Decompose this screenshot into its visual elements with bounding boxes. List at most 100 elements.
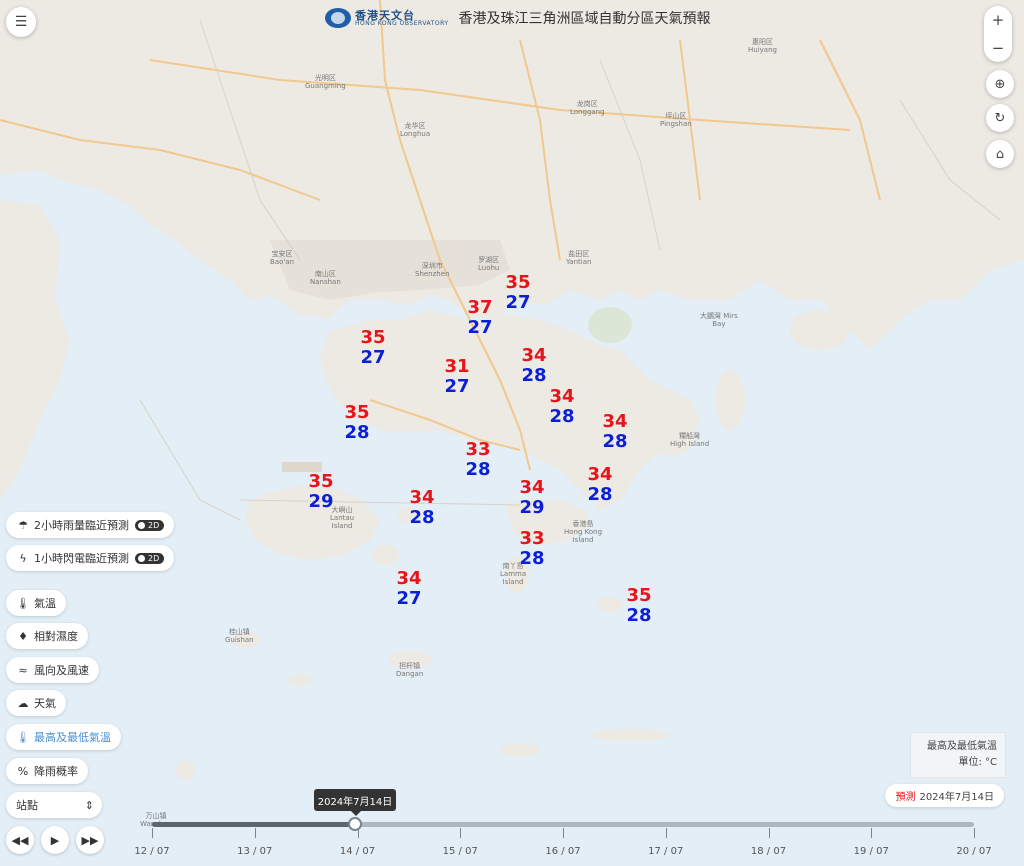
weather-cloud-icon: ☁ xyxy=(17,696,29,710)
fast-forward-button[interactable]: ▶▶ xyxy=(76,826,104,854)
layer-temperature[interactable]: 🌡 氣溫 xyxy=(6,590,66,616)
place-nanshan: 南山区 Nanshan xyxy=(310,270,341,286)
fast-forward-icon: ▶▶ xyxy=(81,833,99,847)
temp-label[interactable]: 34 28 xyxy=(542,387,582,427)
zoom-out-button[interactable]: − xyxy=(984,34,1012,62)
temp-label[interactable]: 37 27 xyxy=(460,298,500,338)
play-icon: ▶ xyxy=(50,833,60,847)
timeline-date-label[interactable]: 12 / 07 xyxy=(127,846,177,857)
rewind-icon: ◀◀ xyxy=(11,833,29,847)
max-min-temp-icon: 🌡 xyxy=(16,730,30,744)
zoom-in-button[interactable]: + xyxy=(984,6,1012,34)
station-select-value: 站點 xyxy=(16,799,38,812)
toggle-2d[interactable]: 2D xyxy=(135,519,165,531)
layer-label: 相對濕度 xyxy=(34,630,78,643)
legend-unit: 單位: °C xyxy=(958,757,997,768)
forecast-date: 2024年7月14日 xyxy=(919,792,994,803)
timeline-tick xyxy=(152,828,153,838)
timeline-date-label[interactable]: 20 / 07 xyxy=(949,846,999,857)
menu-button[interactable]: ☰ xyxy=(6,7,36,37)
legend-box: 最高及最低氣溫 單位: °C xyxy=(910,732,1006,778)
layer-rain-probability[interactable]: % 降雨概率 xyxy=(6,758,88,784)
timeline-date-label[interactable]: 13 / 07 xyxy=(230,846,280,857)
refresh-button[interactable]: ↻ xyxy=(986,104,1014,132)
temp-label[interactable]: 34 28 xyxy=(580,465,620,505)
temp-label[interactable]: 33 28 xyxy=(512,529,552,569)
forecast-date-badge: 預測 2024年7月14日 xyxy=(885,784,1004,807)
temp-label[interactable]: 35 28 xyxy=(337,403,377,443)
place-dangan: 担杆镇 Dangan xyxy=(396,662,424,678)
timeline-tooltip: 2024年7月14日 xyxy=(314,789,396,816)
timeline-date-label[interactable]: 15 / 07 xyxy=(435,846,485,857)
layer-rain-nowcast[interactable]: ☂ 2小時雨量臨近預測 2D xyxy=(6,512,175,538)
layer-label: 最高及最低氣溫 xyxy=(34,731,111,744)
timeline-date-label[interactable]: 17 / 07 xyxy=(641,846,691,857)
rain-cloud-icon: ☂ xyxy=(18,518,28,532)
wind-icon: ≈ xyxy=(18,663,28,677)
layer-label: 天氣 xyxy=(34,697,56,710)
timeline-tick xyxy=(357,828,359,838)
temp-label[interactable]: 35 27 xyxy=(353,328,393,368)
forecast-tag: 預測 xyxy=(895,792,916,803)
header: 香港天文台 HONG KONG OBSERVATORY 香港及珠江三角洲區域自動… xyxy=(325,8,711,28)
timeline-tick xyxy=(254,828,256,838)
play-button[interactable]: ▶ xyxy=(41,826,69,854)
place-pingshan: 坪山区 Pingshan xyxy=(660,112,692,128)
temp-label[interactable]: 34 28 xyxy=(402,488,442,528)
hamburger-icon: ☰ xyxy=(14,14,28,30)
select-arrows-icon: ⇕ xyxy=(84,798,94,812)
base-map[interactable] xyxy=(0,0,1024,862)
crosshair-icon: ⊕ xyxy=(994,76,1006,92)
layer-label: 風向及風速 xyxy=(34,664,89,677)
temp-label[interactable]: 31 27 xyxy=(437,357,477,397)
temp-label[interactable]: 33 28 xyxy=(458,440,498,480)
layer-lightning-nowcast[interactable]: ϟ 1小時閃電臨近預測 2D xyxy=(6,545,175,571)
layer-max-min-temp[interactable]: 🌡 最高及最低氣溫 xyxy=(6,724,121,750)
temp-label[interactable]: 35 29 xyxy=(301,472,341,512)
timeline-date-label[interactable]: 19 / 07 xyxy=(846,846,896,857)
layer-humidity[interactable]: ♦ 相對濕度 xyxy=(6,623,88,649)
timeline-date-label[interactable]: 14 / 07 xyxy=(333,846,383,857)
logo-cn-text: 香港天文台 xyxy=(355,8,415,22)
place-huiyang: 惠阳区 Huiyang xyxy=(748,38,777,54)
zoom-control: + − xyxy=(984,6,1012,62)
layer-label: 1小時閃電臨近預測 xyxy=(34,552,129,565)
refresh-icon: ↻ xyxy=(994,110,1006,126)
place-shenzhen: 深圳市 Shenzhen xyxy=(415,262,450,278)
toggle-2d[interactable]: 2D xyxy=(135,552,165,564)
place-longhua: 龙华区 Longhua xyxy=(400,122,431,138)
home-icon: ⌂ xyxy=(995,146,1005,162)
legend-title: 最高及最低氣溫 xyxy=(927,741,997,752)
timeline-handle[interactable] xyxy=(348,817,362,831)
home-button[interactable]: ⌂ xyxy=(986,140,1014,168)
timeline-progress xyxy=(152,822,355,827)
temp-label[interactable]: 35 27 xyxy=(498,273,538,313)
locate-button[interactable]: ⊕ xyxy=(986,70,1014,98)
temp-label[interactable]: 34 28 xyxy=(514,346,554,386)
layer-wind[interactable]: ≈ 風向及風速 xyxy=(6,657,99,683)
timeline-track[interactable] xyxy=(152,822,974,827)
timeline-tick xyxy=(563,828,564,838)
thermometer-icon: 🌡 xyxy=(16,596,30,610)
temp-label[interactable]: 35 28 xyxy=(619,586,659,626)
station-select[interactable]: 站點 ⇕ xyxy=(6,792,102,818)
layer-label: 氣溫 xyxy=(34,597,56,610)
place-baoan: 宝安区 Bao'an xyxy=(270,250,295,266)
place-luohu: 罗湖区 Luohu xyxy=(478,256,500,272)
hko-logo-icon xyxy=(325,8,351,28)
timeline-date-label[interactable]: 16 / 07 xyxy=(538,846,588,857)
place-guishan: 桂山镇 Guishan xyxy=(225,628,254,644)
place-guangming: 光明区 Guangming xyxy=(305,74,346,90)
temp-label[interactable]: 34 28 xyxy=(595,412,635,452)
layer-weather[interactable]: ☁ 天氣 xyxy=(6,690,66,716)
place-hk-island: 香港島 Hong Kong Island xyxy=(564,520,603,544)
temp-label[interactable]: 34 29 xyxy=(512,478,552,518)
rewind-button[interactable]: ◀◀ xyxy=(6,826,34,854)
temp-label[interactable]: 34 27 xyxy=(389,569,429,609)
page-title: 香港及珠江三角洲區域自動分區天氣預報 xyxy=(458,11,711,27)
place-longgang: 龙岗区 Longgang xyxy=(570,100,605,116)
layer-label: 降雨概率 xyxy=(34,765,78,778)
timeline-tick xyxy=(665,828,667,838)
timeline-date-label[interactable]: 18 / 07 xyxy=(744,846,794,857)
place-mirs-bay: 大鵬灣 Mirs Bay xyxy=(700,312,738,328)
